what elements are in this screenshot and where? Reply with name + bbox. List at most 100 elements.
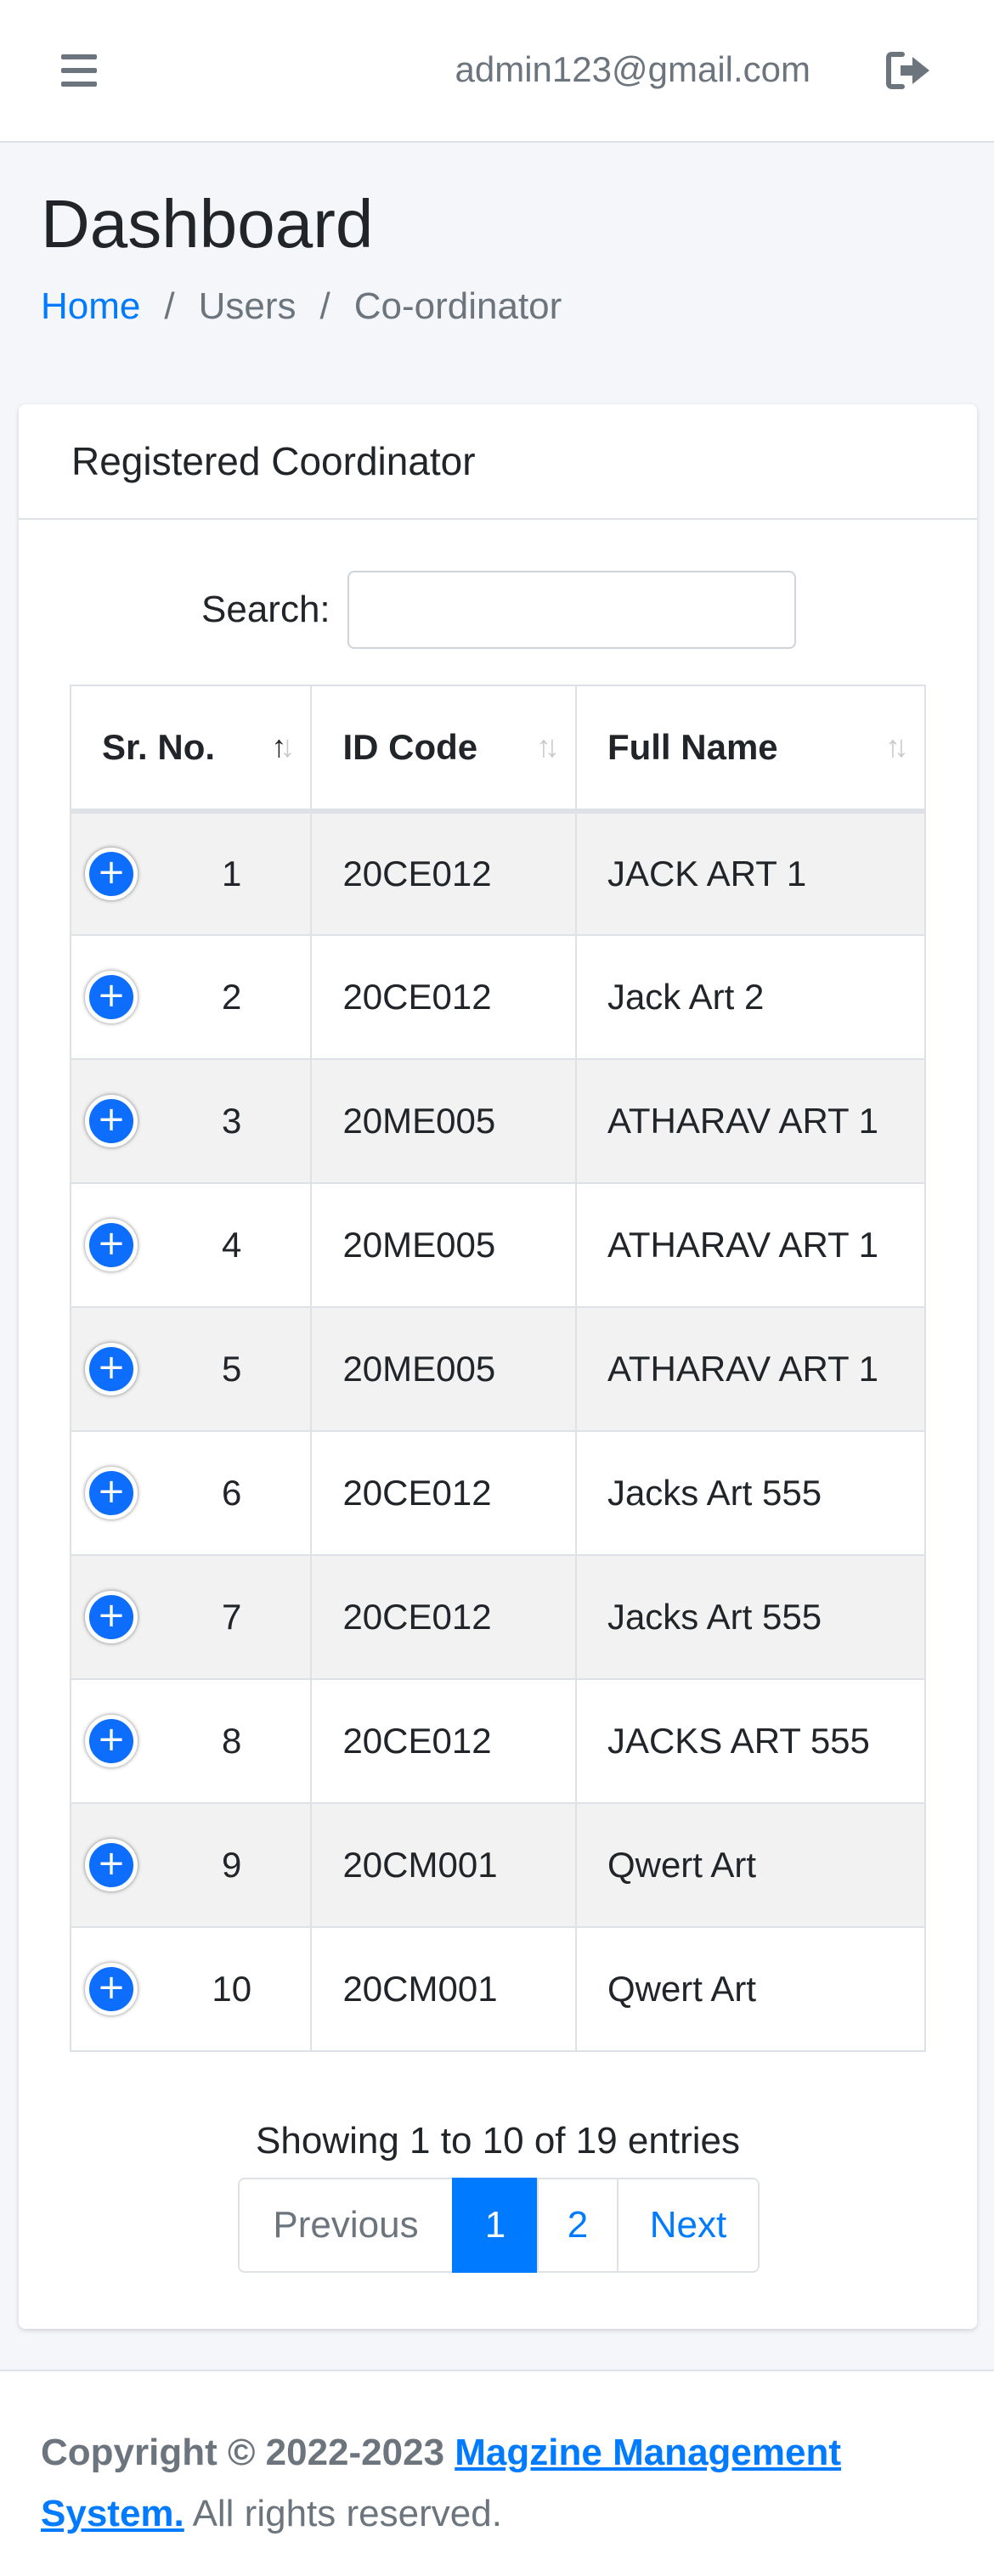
cell-id-code-text: 20CM001: [342, 1845, 498, 1885]
column-header-id-code[interactable]: ID Code ↑↓: [310, 685, 577, 814]
cell-full-name-text: JACK ART 1: [607, 854, 807, 893]
cell-sr-no: +5: [69, 1306, 313, 1432]
cell-sr-no-text: 7: [222, 1597, 242, 1637]
table-row: +4 20ME005 ATHARAV ART 1: [69, 1182, 927, 1308]
table-row: +10 20CM001 Qwert Art: [69, 1926, 927, 2052]
search-input[interactable]: [347, 571, 796, 649]
search-row: Search:: [201, 571, 796, 649]
cell-sr-no-text: 8: [222, 1721, 242, 1761]
search-label: Search:: [201, 589, 330, 630]
expand-row-icon[interactable]: +: [85, 971, 138, 1023]
sort-icon: ↑↓: [535, 729, 560, 764]
cell-full-name: JACKS ART 555: [574, 1678, 927, 1804]
cell-full-name-text: ATHARAV ART 1: [607, 1225, 878, 1265]
cell-full-name: Jacks Art 555: [574, 1554, 927, 1680]
expand-row-icon[interactable]: +: [85, 848, 138, 900]
breadcrumb-users: Users: [198, 285, 297, 327]
cell-id-code: 20ME005: [310, 1058, 577, 1184]
cell-id-code: 20ME005: [310, 1182, 577, 1308]
cell-id-code-text: 20ME005: [342, 1349, 496, 1389]
cell-id-code: 20CE012: [310, 1554, 577, 1680]
cell-id-code: 20ME005: [310, 1306, 577, 1432]
expand-row-icon[interactable]: +: [85, 1343, 138, 1395]
expand-row-icon[interactable]: +: [85, 1095, 138, 1147]
cell-id-code-text: 20CE012: [342, 1721, 492, 1761]
cell-full-name: Jacks Art 555: [574, 1430, 927, 1556]
expand-row-icon[interactable]: +: [85, 1839, 138, 1891]
coordinator-card: Registered Coordinator Search: Sr. No. ↑…: [19, 404, 977, 2329]
menu-icon[interactable]: [61, 54, 97, 87]
footer-rights: All rights reserved.: [184, 2493, 502, 2534]
cell-sr-no-text: 1: [222, 854, 242, 893]
breadcrumb-current: Co-ordinator: [353, 285, 562, 327]
column-header-sr-no[interactable]: Sr. No. ↑↓: [69, 685, 313, 814]
column-header-label: Sr. No.: [102, 727, 216, 767]
expand-row-icon[interactable]: +: [85, 1467, 138, 1519]
breadcrumb-separator: /: [319, 285, 330, 327]
cell-full-name-text: Qwert Art: [607, 1845, 756, 1885]
cell-id-code: 20CE012: [310, 810, 577, 936]
table-header-row: Sr. No. ↑↓ ID Code ↑↓ Full Name ↑↓: [69, 685, 927, 814]
column-header-label: ID Code: [342, 727, 478, 767]
cell-sr-no: +1: [69, 810, 313, 936]
page-1-button[interactable]: 1: [452, 2178, 539, 2273]
cell-sr-no: +7: [69, 1554, 313, 1680]
cell-full-name-text: Jack Art 2: [607, 977, 765, 1017]
page-2-button[interactable]: 2: [537, 2178, 618, 2273]
breadcrumb: Home / Users / Co-ordinator: [41, 285, 562, 328]
column-header-label: Full Name: [607, 727, 778, 767]
next-button[interactable]: Next: [617, 2178, 760, 2273]
cell-sr-no-text: 2: [222, 977, 242, 1017]
cell-full-name-text: ATHARAV ART 1: [607, 1349, 878, 1389]
cell-full-name: Qwert Art: [574, 1802, 927, 1928]
cell-full-name: Jack Art 2: [574, 934, 927, 1060]
card-header: Registered Coordinator: [19, 404, 977, 520]
cell-full-name: ATHARAV ART 1: [574, 1306, 927, 1432]
cell-full-name-text: JACKS ART 555: [607, 1721, 870, 1761]
cell-id-code-text: 20CM001: [342, 1969, 498, 2009]
cell-full-name-text: Jacks Art 555: [607, 1473, 822, 1513]
top-navbar: admin123@gmail.com: [0, 0, 994, 143]
cell-id-code-text: 20CE012: [342, 977, 492, 1017]
footer: Copyright © 2022-2023 Magzine Management…: [0, 2370, 994, 2576]
cell-full-name: JACK ART 1: [574, 810, 927, 936]
logout-icon[interactable]: [885, 49, 933, 92]
page-title: Dashboard: [41, 186, 374, 262]
cell-full-name: ATHARAV ART 1: [574, 1058, 927, 1184]
expand-row-icon[interactable]: +: [85, 1219, 138, 1271]
cell-full-name-text: Qwert Art: [607, 1969, 756, 2009]
cell-sr-no: +8: [69, 1678, 313, 1804]
cell-full-name-text: Jacks Art 555: [607, 1597, 822, 1637]
table-row: +6 20CE012 Jacks Art 555: [69, 1430, 927, 1556]
expand-row-icon[interactable]: +: [85, 1591, 138, 1643]
cell-sr-no-text: 4: [222, 1225, 242, 1265]
table-row: +2 20CE012 Jack Art 2: [69, 934, 927, 1060]
card-title: Registered Coordinator: [71, 439, 476, 483]
cell-id-code-text: 20CE012: [342, 1597, 492, 1637]
cell-id-code: 20CM001: [310, 1802, 577, 1928]
expand-row-icon[interactable]: +: [85, 1715, 138, 1767]
breadcrumb-home[interactable]: Home: [41, 285, 140, 328]
sort-icon: ↑↓: [885, 729, 909, 764]
footer-copyright: Copyright © 2022-2023: [41, 2432, 455, 2473]
cell-id-code-text: 20CE012: [342, 854, 492, 893]
cell-sr-no-text: 10: [212, 1969, 252, 2009]
table-row: +1 20CE012 JACK ART 1: [69, 810, 927, 936]
previous-button[interactable]: Previous: [238, 2178, 454, 2273]
cell-full-name: ATHARAV ART 1: [574, 1182, 927, 1308]
cell-id-code-text: 20ME005: [342, 1225, 496, 1265]
cell-sr-no: +4: [69, 1182, 313, 1308]
cell-sr-no-text: 3: [222, 1101, 242, 1141]
sort-ascending-icon: ↑↓: [271, 729, 295, 764]
cell-sr-no: +9: [69, 1802, 313, 1928]
cell-sr-no: +10: [69, 1926, 313, 2052]
table-info: Showing 1 to 10 of 19 entries: [256, 2120, 740, 2162]
cell-sr-no: +3: [69, 1058, 313, 1184]
cell-id-code: 20CE012: [310, 1430, 577, 1556]
table-row: +9 20CM001 Qwert Art: [69, 1802, 927, 1928]
column-header-full-name[interactable]: Full Name ↑↓: [574, 685, 927, 814]
expand-row-icon[interactable]: +: [85, 1963, 138, 2015]
breadcrumb-separator: /: [164, 285, 175, 327]
coordinator-table: Sr. No. ↑↓ ID Code ↑↓ Full Name ↑↓ +1 20C…: [69, 685, 927, 2052]
cell-full-name: Qwert Art: [574, 1926, 927, 2052]
